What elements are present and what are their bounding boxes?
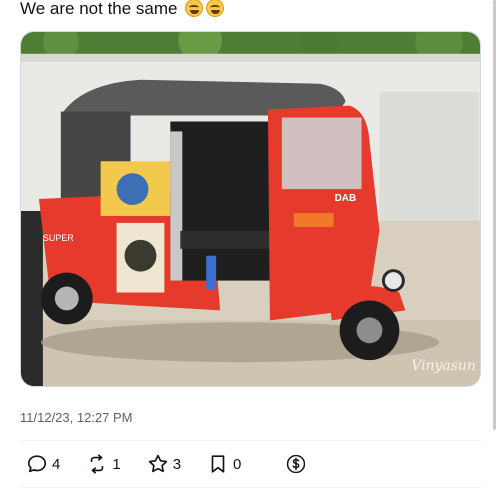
post-timestamp[interactable]: 11/12/23, 12:27 PM [20, 410, 133, 425]
repost-count: 1 [112, 455, 121, 473]
reply-button[interactable]: 4 [26, 453, 60, 475]
bookmark-icon [211, 455, 225, 473]
photo-watermark: Vinyasun [411, 358, 476, 374]
dollar-icon [287, 454, 306, 474]
star-icon [148, 454, 167, 473]
post-actions-bar: 4 1 3 0 [26, 452, 337, 476]
reply-count: 4 [52, 455, 61, 473]
reply-icon [27, 455, 47, 473]
post-image[interactable]: SUPER DAB Vinyasun [20, 31, 481, 387]
tuk-tuk-photo: SUPER DAB Vinyasun [21, 32, 480, 386]
post-text-content: We are not the same [20, 0, 178, 18]
divider [20, 440, 481, 441]
repost-icon [91, 454, 104, 474]
scrollbar[interactable] [493, 0, 496, 430]
svg-text:SUPER: SUPER [43, 233, 74, 243]
svg-text:DAB: DAB [335, 193, 357, 204]
tip-button[interactable] [285, 453, 311, 475]
like-button[interactable]: 3 [147, 453, 181, 475]
post-text: We are not the same [20, 0, 225, 20]
bookmark-button[interactable]: 0 [207, 453, 241, 475]
divider [20, 487, 481, 488]
repost-button[interactable]: 1 [86, 453, 121, 475]
like-count: 3 [172, 455, 182, 473]
bookmark-count: 0 [233, 455, 242, 473]
tears-of-joy-emoji-icon [206, 0, 225, 17]
tears-of-joy-emoji-icon [185, 0, 204, 17]
